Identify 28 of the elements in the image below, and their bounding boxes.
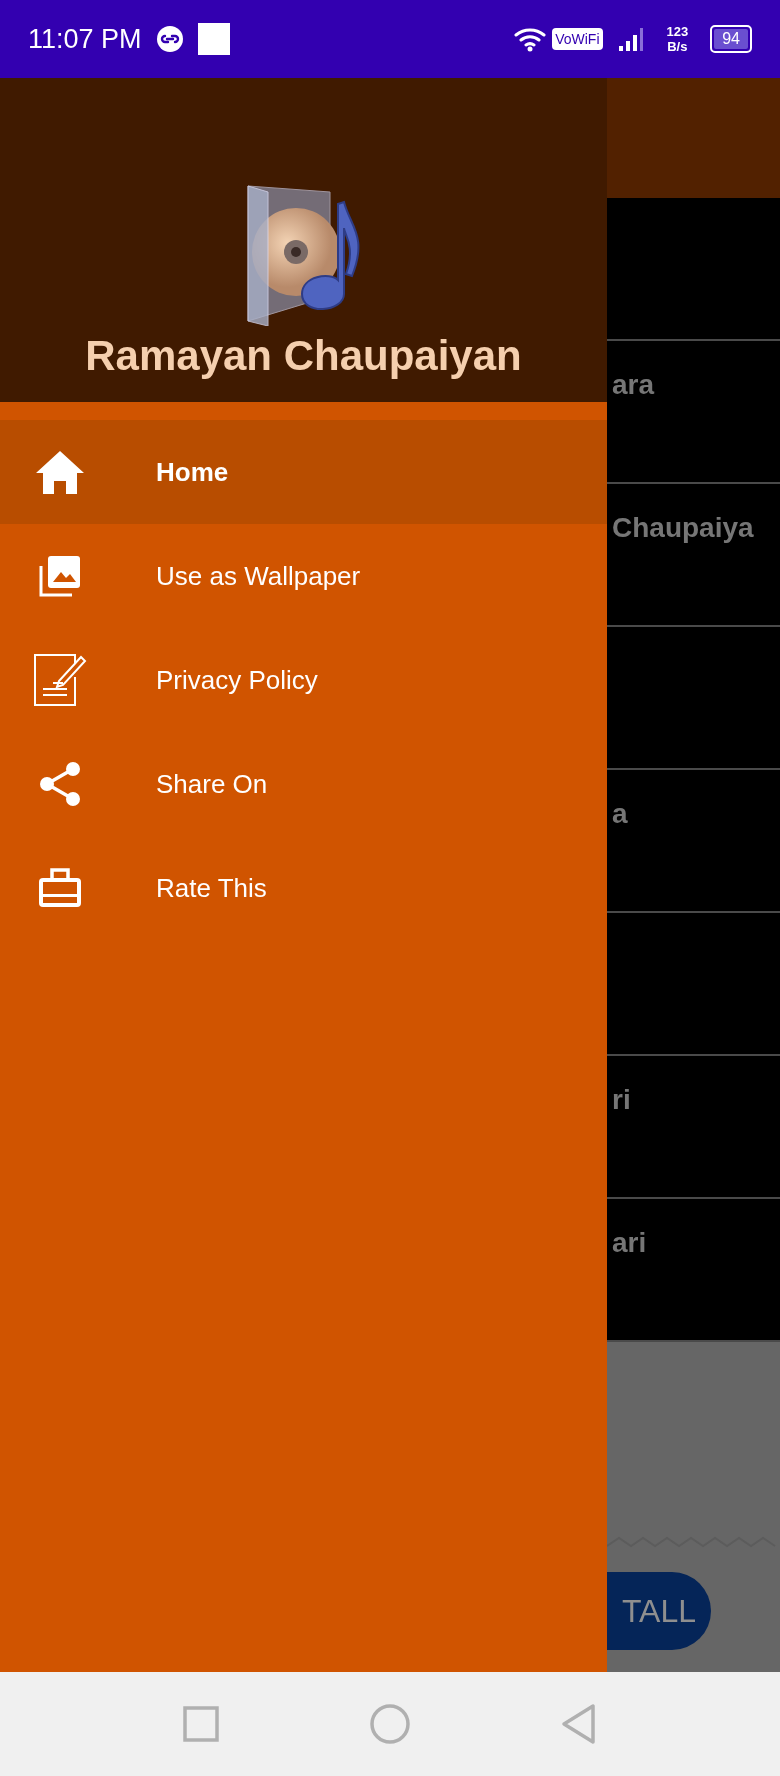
menu-item[interactable]: Share On [0, 732, 607, 836]
notification-icon [197, 23, 230, 55]
menu-item[interactable]: Rate This [0, 836, 607, 940]
list-item-title: ara [612, 369, 655, 400]
list-item-title: ri [612, 1084, 631, 1115]
speed-unit: B/s [667, 39, 688, 54]
app-title: Ramayan Chaupaiyan [85, 332, 522, 380]
menu-item[interactable]: Use as Wallpaper [0, 524, 607, 628]
home-button[interactable] [369, 1703, 411, 1745]
install-button[interactable]: TALL [607, 1572, 711, 1650]
link-icon [155, 25, 184, 53]
home-icon [34, 449, 86, 495]
signal-icon [616, 26, 645, 52]
list-item-title: ari [612, 1227, 647, 1258]
vowifi-badge: VoWiFi [552, 28, 603, 50]
back-button[interactable] [561, 1703, 597, 1745]
list-item-title: a [612, 798, 628, 829]
gallery-icon [38, 554, 82, 598]
recents-button[interactable] [183, 1706, 219, 1742]
menu-item[interactable]: Privacy Policy [0, 628, 607, 732]
speed-value: 123 [666, 24, 689, 39]
menu-item[interactable]: Home [0, 420, 607, 524]
clock-time: 11:07 PM [28, 23, 142, 55]
list-item-title: Chaupaiya [612, 512, 754, 543]
note-icon [33, 653, 87, 707]
battery-icon: 94 [710, 25, 752, 53]
share-icon [39, 761, 81, 807]
briefcase-icon [37, 867, 83, 909]
